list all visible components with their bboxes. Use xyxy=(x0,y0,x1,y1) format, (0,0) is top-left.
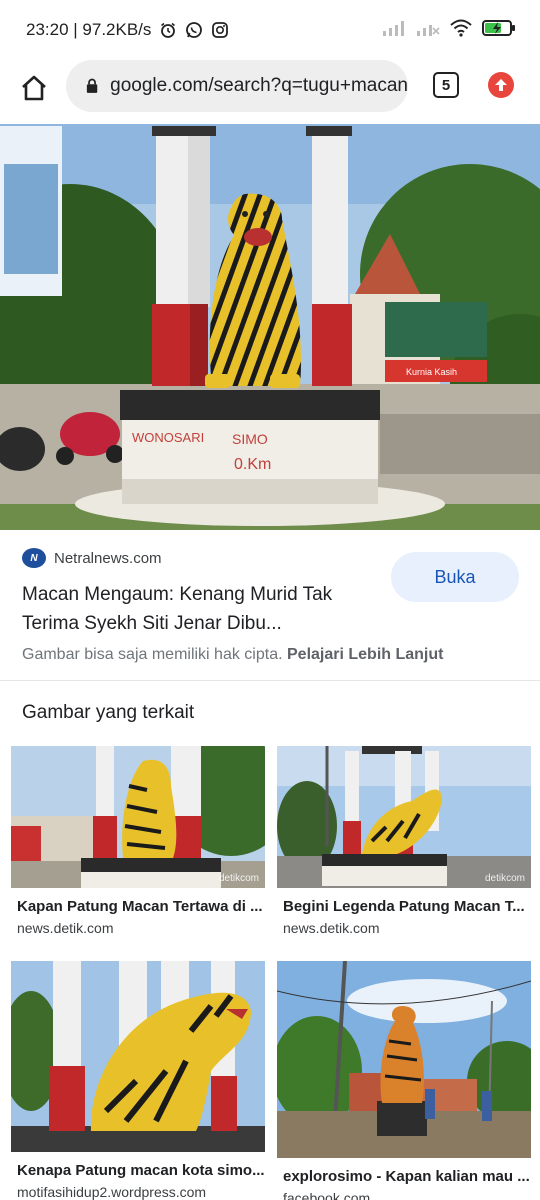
url-text[interactable]: google.com/search?q=tugu+macan xyxy=(110,75,408,97)
related-thumbnail[interactable] xyxy=(11,961,265,1152)
netralnews-logo-icon: N xyxy=(22,548,46,568)
hero-sign-text: SIMO xyxy=(232,431,268,447)
source-name: Netralnews.com xyxy=(54,549,162,567)
open-button[interactable]: Buka xyxy=(391,552,519,602)
signal-off-icon xyxy=(416,20,440,41)
battery-charging-icon xyxy=(482,19,516,42)
arrow-up-icon xyxy=(495,79,507,91)
related-card[interactable]: detikcom Kapan Patung Macan Tertawa di .… xyxy=(11,746,265,936)
related-source: news.detik.com xyxy=(283,920,380,936)
source-row: N Netralnews.com xyxy=(22,548,162,568)
copyright-notice: Gambar bisa saja memiliki hak cipta. Pel… xyxy=(22,646,443,664)
related-heading: Gambar yang terkait xyxy=(22,702,195,723)
copyright-text: Gambar bisa saja memiliki hak cipta. xyxy=(22,646,283,663)
instagram-icon xyxy=(211,21,229,39)
time-speed: 23:20 | 97.2KB/s xyxy=(26,20,152,39)
related-thumbnail[interactable]: detikcom xyxy=(277,746,531,888)
learn-more-link[interactable]: Pelajari Lebih Lanjut xyxy=(287,646,443,663)
signal-icon xyxy=(382,20,406,41)
related-title[interactable]: Kapan Patung Macan Tertawa di ... xyxy=(17,898,265,915)
related-thumbnail[interactable]: detikcom xyxy=(11,746,265,888)
related-card[interactable]: Kenapa Patung macan kota simo... motifas… xyxy=(11,961,265,1200)
result-title[interactable]: Macan Mengaum: Kenang Murid Tak Terima S… xyxy=(22,580,372,638)
tab-switcher-button[interactable]: 5 xyxy=(433,72,459,98)
related-title[interactable]: Kenapa Patung macan kota simo... xyxy=(17,1162,265,1179)
alarm-icon xyxy=(159,21,177,39)
svg-text:Kurnia Kasih: Kurnia Kasih xyxy=(406,367,457,377)
home-icon xyxy=(22,75,46,101)
browser-toolbar: google.com/search?q=tugu+macan 5 xyxy=(0,60,540,124)
status-bar: 23:20 | 97.2KB/s xyxy=(0,0,540,60)
related-source: motifasihidup2.wordpress.com xyxy=(17,1184,207,1200)
related-card[interactable]: detikcom Begini Legenda Patung Macan T..… xyxy=(277,746,531,936)
address-bar[interactable]: google.com/search?q=tugu+macan xyxy=(66,60,408,112)
update-button[interactable] xyxy=(488,72,514,98)
home-button[interactable] xyxy=(18,72,50,104)
wifi-icon xyxy=(450,19,472,42)
divider xyxy=(0,680,540,681)
hero-sign-text: WONOSARI xyxy=(132,430,204,445)
related-title[interactable]: Begini Legenda Patung Macan T... xyxy=(283,898,531,915)
related-thumbnail[interactable] xyxy=(277,961,531,1158)
related-card[interactable]: explorosimo - Kapan kalian mau ... faceb… xyxy=(277,961,531,1200)
related-source: news.detik.com xyxy=(17,920,114,936)
hero-sign-text: 0.Km xyxy=(234,456,271,473)
related-source: facebook.com xyxy=(283,1190,371,1200)
lock-icon xyxy=(86,78,98,93)
hero-image[interactable]: Kurnia Kasih WONOSARI SIMO 0.Km xyxy=(0,124,540,530)
thumbnail-watermark: detikcom xyxy=(218,873,259,884)
related-title[interactable]: explorosimo - Kapan kalian mau ... xyxy=(283,1168,531,1185)
whatsapp-icon xyxy=(185,21,203,39)
thumbnail-watermark: detikcom xyxy=(484,873,525,884)
